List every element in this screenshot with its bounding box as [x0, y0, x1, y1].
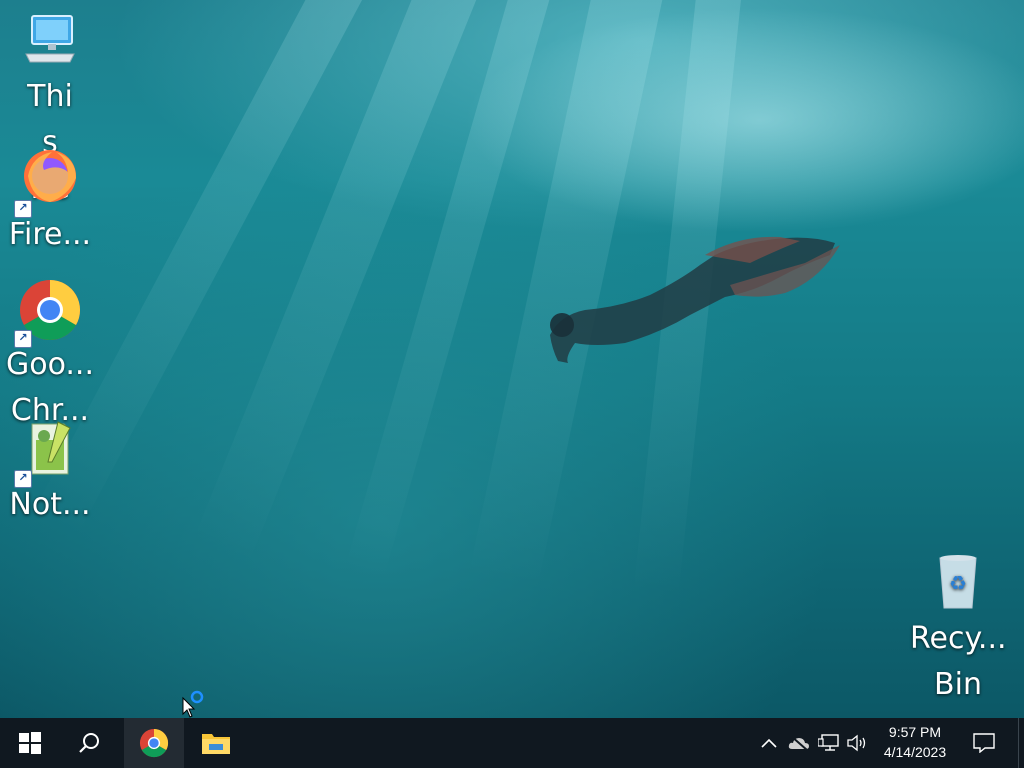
- shortcut-arrow-icon: ↗: [14, 330, 32, 348]
- diver-silhouette: [550, 236, 840, 363]
- volume-icon: [847, 734, 866, 752]
- desktop-icon-firefox[interactable]: ↗ Fire...: [2, 148, 98, 258]
- network-icon: [818, 734, 839, 751]
- desktop-wallpaper[interactable]: This PC ↗ Fire... ↗ Goo... Chr...: [0, 0, 1024, 718]
- show-desktop-button[interactable]: [1018, 718, 1024, 768]
- taskbar: 9:57 PM 4/14/2023: [0, 718, 1024, 768]
- action-center-button[interactable]: [960, 718, 1008, 768]
- shortcut-arrow-icon: ↗: [14, 200, 32, 218]
- network-tray-button[interactable]: [816, 730, 842, 756]
- computer-icon: [18, 10, 82, 74]
- desktop-icon-google-chrome[interactable]: ↗ Goo... Chr...: [2, 278, 98, 434]
- search-button[interactable]: [60, 718, 120, 768]
- folder-icon: [202, 734, 230, 754]
- busy-cursor-icon: [182, 690, 204, 718]
- firefox-icon: ↗: [14, 148, 82, 218]
- desktop-icon-notepadpp[interactable]: ↗ Not...: [2, 418, 98, 528]
- volume-tray-button[interactable]: [845, 730, 871, 756]
- taskbar-file-explorer-button[interactable]: [186, 718, 246, 768]
- chevron-up-icon: [761, 738, 777, 748]
- taskbar-clock[interactable]: 9:57 PM 4/14/2023: [872, 722, 958, 764]
- onedrive-tray-button[interactable]: [786, 730, 812, 756]
- chrome-icon: ↗: [14, 278, 82, 348]
- desktop-icon-label: Not...: [9, 487, 91, 522]
- windows-start-icon: [19, 732, 41, 754]
- taskbar-chrome-button[interactable]: [124, 718, 184, 768]
- recycle-bin-icon: ♻: [926, 552, 990, 616]
- show-hidden-icons-button[interactable]: [756, 730, 782, 756]
- notepadpp-icon: ↗: [14, 418, 82, 488]
- clock-date: 4/14/2023: [883, 744, 947, 760]
- chrome-icon: [139, 728, 169, 758]
- desktop-icon-label: Fire...: [8, 217, 92, 252]
- onedrive-offline-icon: [788, 735, 809, 751]
- desktop-icon-recycle-bin[interactable]: ♻ Recy... Bin: [910, 552, 1007, 708]
- action-center-icon: [973, 733, 995, 753]
- clock-time: 9:57 PM: [888, 724, 942, 740]
- desktop-icon-label: Recy... Bin: [910, 621, 1007, 702]
- search-icon: [79, 733, 99, 753]
- svg-text:♻: ♻: [949, 571, 967, 595]
- shortcut-arrow-icon: ↗: [14, 470, 32, 488]
- start-button[interactable]: [0, 718, 60, 768]
